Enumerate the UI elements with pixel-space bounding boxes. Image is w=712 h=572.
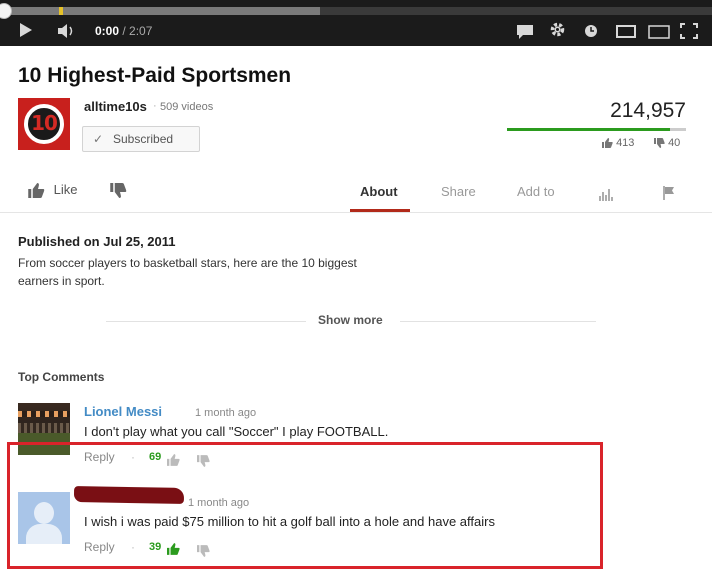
fullscreen-icon[interactable]	[680, 22, 698, 39]
thumbs-up-icon	[602, 138, 613, 149]
video-description: From soccer players to basketball stars,…	[18, 254, 458, 290]
flag-icon	[663, 185, 674, 200]
watch-later-icon[interactable]	[584, 22, 598, 38]
buffered-progress	[0, 7, 320, 15]
tab-add-to[interactable]: Add to	[517, 184, 555, 199]
comment-author[interactable]: Lionel Messi	[84, 404, 162, 419]
subscribed-button[interactable]: ✓ Subscribed	[82, 126, 200, 152]
published-date: Published on Jul 25, 2011	[18, 234, 176, 249]
section-divider	[0, 212, 712, 213]
view-count: 214,957	[610, 99, 686, 122]
like-button[interactable]: Like	[28, 182, 78, 199]
tab-report[interactable]	[662, 184, 676, 200]
progress-bar[interactable]	[0, 7, 712, 15]
time-display: 0:00 / 2:07	[95, 24, 152, 38]
divider-line	[400, 321, 596, 322]
large-player-icon[interactable]	[648, 23, 670, 39]
stats-icon	[599, 188, 613, 201]
time-current: 0:00	[95, 24, 120, 38]
description-line: earners in sport.	[18, 274, 105, 288]
avatar-crowd	[18, 423, 70, 433]
time-total: / 2:07	[119, 24, 153, 38]
show-more-button[interactable]: Show more	[318, 313, 383, 327]
like-ratio-bar	[507, 128, 686, 131]
like-ratio-fill	[507, 128, 670, 131]
video-player[interactable]: 0:00 / 2:07	[0, 0, 712, 46]
comments-header: Top Comments	[18, 370, 105, 384]
subscribed-label: Subscribed	[113, 132, 174, 146]
videos-count[interactable]: 509 videos	[160, 101, 213, 113]
channel-avatar[interactable]: 10	[18, 98, 70, 150]
play-icon[interactable]	[18, 21, 34, 38]
tab-share[interactable]: Share	[441, 184, 476, 199]
thumbs-up-icon	[28, 183, 45, 199]
likes-count-wrap: 413	[602, 137, 634, 149]
likes-count: 413	[616, 137, 635, 149]
check-icon: ✓	[93, 132, 104, 146]
captions-icon[interactable]	[517, 23, 533, 39]
volume-icon[interactable]	[57, 22, 77, 38]
tab-about[interactable]: About	[360, 184, 398, 199]
thumbs-down-icon	[654, 138, 665, 149]
dislike-button[interactable]	[110, 182, 127, 199]
avatar-lights	[18, 411, 70, 417]
progress-marker	[59, 7, 63, 15]
dislikes-count: 40	[668, 137, 681, 149]
settings-icon[interactable]	[549, 21, 566, 38]
video-title: 10 Highest-Paid Sportsmen	[18, 64, 292, 87]
comment-time[interactable]: 1 month ago	[195, 407, 256, 419]
description-line: From soccer players to basketball stars,…	[18, 256, 357, 270]
tab-stats[interactable]	[599, 185, 615, 201]
channel-separator: ·	[153, 100, 157, 112]
highlight-box	[7, 442, 603, 569]
logo-number: 10	[31, 111, 58, 135]
dislikes-count-wrap: 40	[654, 137, 680, 149]
channel-name-link[interactable]: alltime10s	[84, 99, 147, 114]
divider-line	[106, 321, 306, 322]
comment-text: I don't play what you call "Soccer" I pl…	[84, 424, 389, 439]
player-controls: 0:00 / 2:07	[0, 16, 712, 46]
like-label: Like	[53, 182, 78, 197]
thumbs-down-icon	[110, 183, 127, 199]
small-player-icon[interactable]	[616, 23, 636, 39]
